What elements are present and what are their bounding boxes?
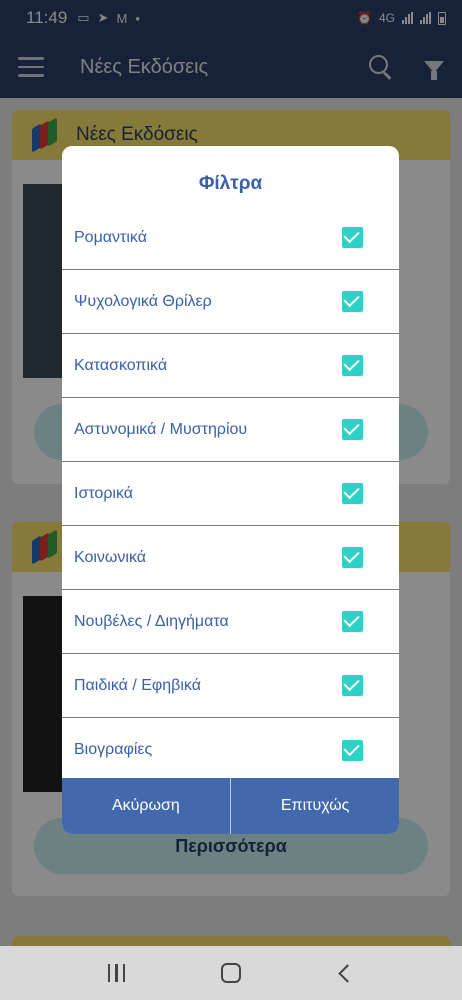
filter-option-biographies[interactable]: Βιογραφίες [62, 718, 399, 782]
checkbox-checked[interactable] [342, 675, 363, 696]
confirm-button[interactable]: Επιτυχώς [231, 778, 399, 834]
filter-option-children[interactable]: Παιδικά / Εφηβικά [62, 654, 399, 718]
filter-option-label: Παιδικά / Εφηβικά [74, 676, 201, 694]
system-nav-bar [0, 946, 462, 1000]
filter-option-thriller[interactable]: Ψυχολογικά Θρίλερ [62, 270, 399, 334]
filter-option-novellas[interactable]: Νουβέλες / Διηγήματα [62, 590, 399, 654]
filter-option-mystery[interactable]: Αστυνομικά / Μυστηρίου [62, 398, 399, 462]
checkbox-checked[interactable] [342, 739, 363, 761]
filter-option-label: Ιστορικά [74, 484, 134, 502]
filter-option-label: Κατασκοπικά [74, 356, 168, 374]
filter-dialog: Φίλτρα Ρομαντικά Ψυχολογικά Θρίλερ Κατασ… [62, 146, 399, 834]
recents-icon[interactable] [107, 964, 126, 982]
checkbox-checked[interactable] [342, 611, 363, 632]
filter-option-label: Ρομαντικά [74, 228, 147, 246]
filter-option-label: Αστυνομικά / Μυστηρίου [74, 420, 248, 438]
filter-option-historical[interactable]: Ιστορικά [62, 462, 399, 526]
filter-option-romantic[interactable]: Ρομαντικά [62, 206, 399, 270]
filter-option-label: Βιογραφίες [74, 741, 153, 758]
cancel-button[interactable]: Ακύρωση [62, 778, 230, 834]
checkbox-checked[interactable] [342, 483, 363, 504]
checkbox-checked[interactable] [342, 355, 363, 376]
filter-option-social[interactable]: Κοινωνικά [62, 526, 399, 590]
filter-option-label: Κοινωνικά [74, 548, 147, 566]
dialog-footer: Ακύρωση Επιτυχώς [62, 778, 399, 834]
checkbox-checked[interactable] [342, 547, 363, 568]
filter-option-espionage[interactable]: Κατασκοπικά [62, 334, 399, 398]
checkbox-checked[interactable] [342, 419, 363, 440]
dialog-title: Φίλτρα [198, 173, 263, 194]
checkbox-checked[interactable] [342, 227, 363, 248]
checkbox-checked[interactable] [342, 291, 363, 312]
home-icon[interactable] [221, 963, 242, 983]
filter-option-label: Νουβέλες / Διηγήματα [74, 612, 229, 630]
footer-divider [229, 778, 232, 834]
filter-option-label: Ψυχολογικά Θρίλερ [74, 292, 212, 310]
back-icon[interactable] [338, 963, 357, 983]
